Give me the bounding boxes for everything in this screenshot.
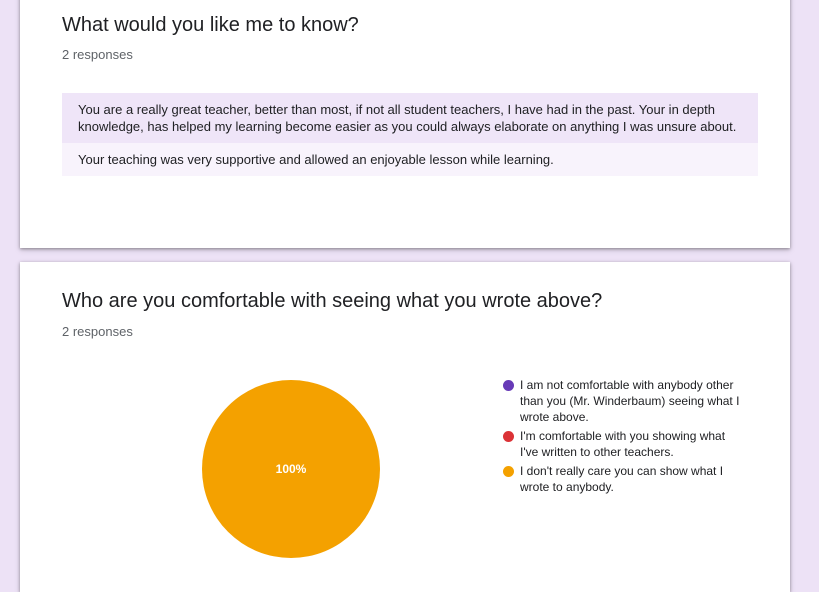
question-card-sharing: Who are you comfortable with seeing what…: [20, 262, 790, 592]
legend-label: I don't really care you can show what I …: [520, 464, 724, 494]
legend-item-anybody[interactable]: I don't really care you can show what I …: [503, 463, 743, 495]
question-title: What would you like me to know?: [62, 14, 359, 36]
legend-label: I am not comfortable with anybody other …: [520, 378, 740, 424]
response-item: Your teaching was very supportive and al…: [62, 143, 758, 176]
legend-dot-icon: [503, 466, 514, 477]
legend-dot-icon: [503, 380, 514, 391]
pie-chart: 100%: [202, 380, 380, 558]
legend-dot-icon: [503, 431, 514, 442]
response-list: You are a really great teacher, better t…: [62, 93, 758, 176]
question-title: Who are you comfortable with seeing what…: [62, 290, 603, 312]
chart-legend: I am not comfortable with anybody other …: [503, 377, 743, 498]
legend-label: I'm comfortable with you showing what I'…: [520, 429, 726, 459]
pie-slice-label: 100%: [276, 462, 307, 476]
legend-item-other-teachers[interactable]: I'm comfortable with you showing what I'…: [503, 428, 743, 460]
legend-item-not-comfortable[interactable]: I am not comfortable with anybody other …: [503, 377, 743, 425]
response-item: You are a really great teacher, better t…: [62, 93, 758, 143]
response-count: 2 responses: [62, 47, 133, 62]
question-card-feedback: What would you like me to know? 2 respon…: [20, 0, 790, 248]
response-count: 2 responses: [62, 324, 133, 339]
